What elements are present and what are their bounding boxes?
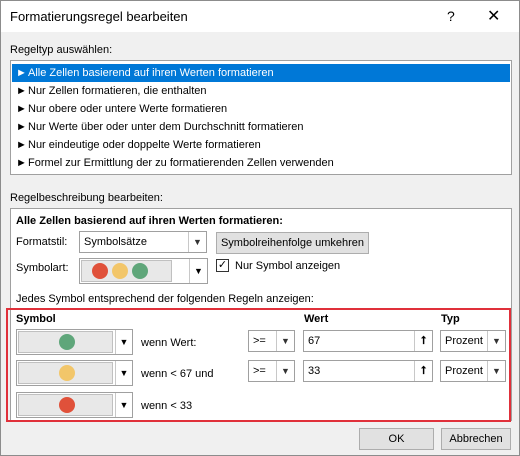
ok-button[interactable]: OK bbox=[359, 428, 434, 450]
arrow-icon: ► bbox=[16, 121, 27, 133]
conditional-format-dialog: Formatierungsregel bearbeiten ? ✕ Regelt… bbox=[0, 0, 520, 456]
chevron-down-icon: ▼ bbox=[188, 232, 206, 252]
close-icon[interactable]: ✕ bbox=[487, 6, 500, 26]
chevron-down-icon: ▼ bbox=[189, 259, 207, 283]
rule-type-item[interactable]: ►Nur obere oder untere Werte formatieren bbox=[12, 100, 510, 118]
rule-type-item-label: Alle Zellen basierend auf ihren Werten f… bbox=[28, 67, 274, 79]
arrow-icon: ► bbox=[16, 67, 27, 79]
format-style-select[interactable]: Symbolsätze ▼ bbox=[79, 231, 207, 253]
icon-only-label: Nur Symbol anzeigen bbox=[235, 260, 341, 272]
rules-intro-text: Jedes Symbol entsprechend der folgenden … bbox=[16, 293, 314, 305]
arrow-icon: ► bbox=[16, 85, 27, 97]
arrow-icon: ► bbox=[16, 157, 27, 169]
rule-type-item[interactable]: ►Nur Zellen formatieren, die enthalten bbox=[12, 82, 510, 100]
rule-description-label: Regelbeschreibung bearbeiten: bbox=[10, 192, 163, 204]
description-heading: Alle Zellen basierend auf ihren Werten f… bbox=[16, 215, 283, 227]
rule-type-item-label: Formel zur Ermittlung der zu formatieren… bbox=[28, 157, 334, 169]
title-bar: Formatierungsregel bearbeiten ? ✕ bbox=[1, 1, 519, 32]
green-circle-icon bbox=[132, 263, 148, 279]
rule-type-item-label: Nur eindeutige oder doppelte Werte forma… bbox=[28, 139, 261, 151]
rule-type-label: Regeltyp auswählen: bbox=[10, 44, 113, 56]
dialog-title: Formatierungsregel bearbeiten bbox=[10, 9, 188, 24]
rule-type-item-label: Nur obere oder untere Werte formatieren bbox=[28, 103, 228, 115]
icon-set-preview bbox=[81, 260, 172, 282]
help-icon[interactable]: ? bbox=[447, 8, 455, 24]
rule-type-item[interactable]: ►Formel zur Ermittlung der zu formatiere… bbox=[12, 154, 510, 172]
icon-style-label: Symbolart: bbox=[16, 262, 69, 274]
icon-only-checkbox[interactable]: ✓ bbox=[216, 259, 229, 272]
rule-type-item[interactable]: ►Nur eindeutige oder doppelte Werte form… bbox=[12, 136, 510, 154]
icon-style-select[interactable]: ▼ bbox=[79, 258, 208, 284]
rule-type-item[interactable]: ►Alle Zellen basierend auf ihren Werten … bbox=[12, 64, 510, 82]
format-style-value: Symbolsätze bbox=[84, 236, 147, 248]
reverse-icon-order-button[interactable]: Symbolreihenfolge umkehren bbox=[216, 232, 369, 254]
rule-type-item[interactable]: ►Nur Werte über oder unter dem Durchschn… bbox=[12, 118, 510, 136]
cancel-button[interactable]: Abbrechen bbox=[441, 428, 511, 450]
format-style-label: Formatstil: bbox=[16, 236, 68, 248]
rule-type-list[interactable]: ►Alle Zellen basierend auf ihren Werten … bbox=[10, 60, 512, 175]
arrow-icon: ► bbox=[16, 103, 27, 115]
rule-type-item-label: Nur Zellen formatieren, die enthalten bbox=[28, 85, 207, 97]
arrow-icon: ► bbox=[16, 139, 27, 151]
highlight-frame bbox=[6, 308, 511, 422]
red-circle-icon bbox=[92, 263, 108, 279]
yellow-circle-icon bbox=[112, 263, 128, 279]
rule-type-item-label: Nur Werte über oder unter dem Durchschni… bbox=[28, 121, 304, 133]
